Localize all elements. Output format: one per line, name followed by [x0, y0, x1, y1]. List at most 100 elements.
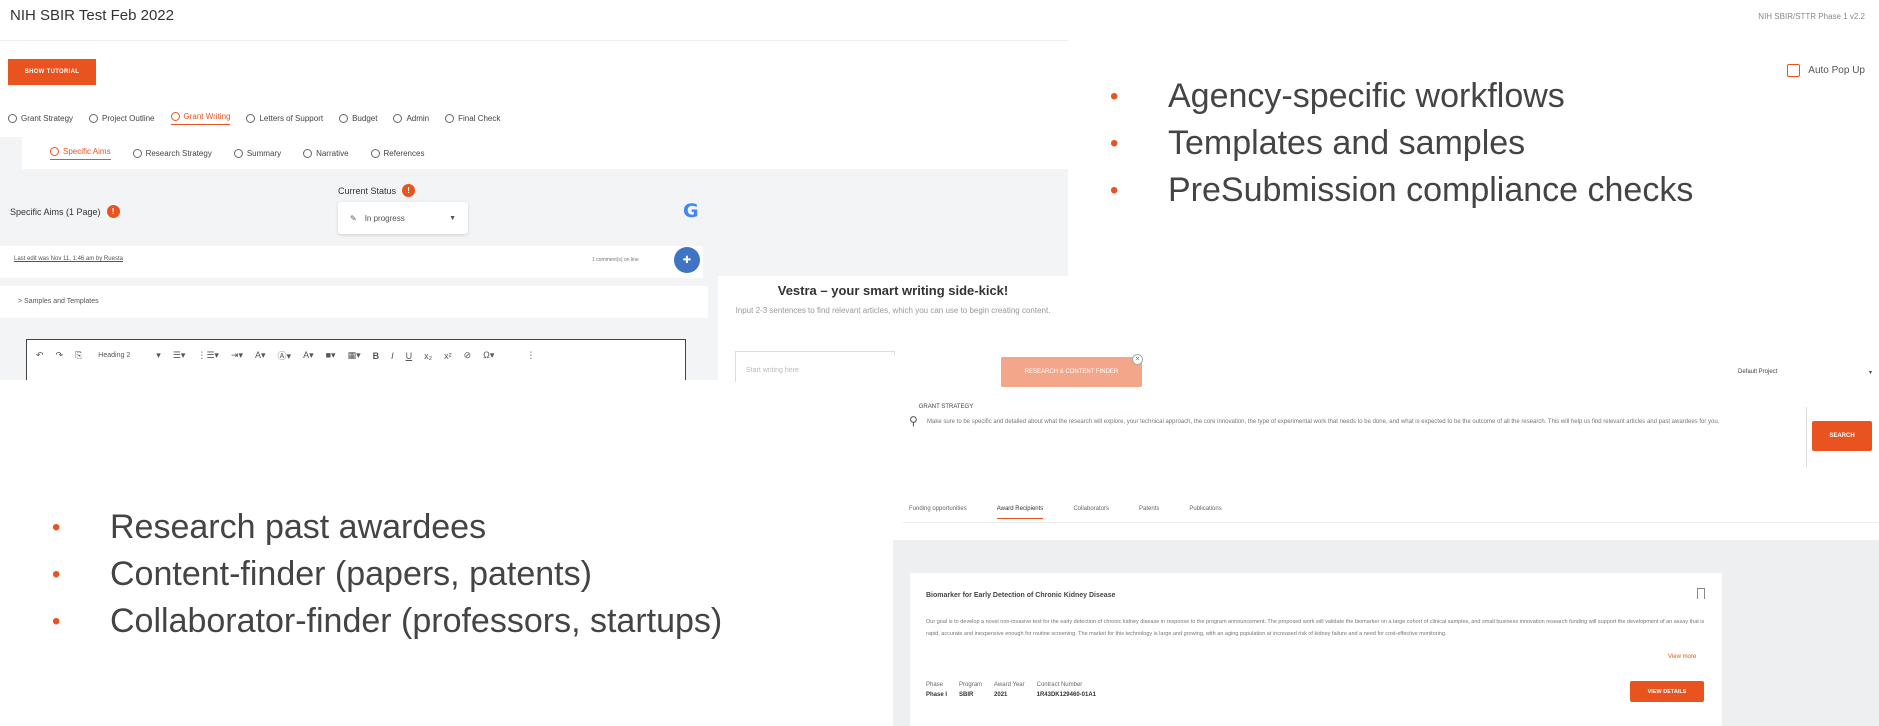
meta-value: SBIR	[959, 692, 974, 698]
heading-select[interactable]: Heading 2	[94, 352, 144, 359]
main-tabs: Grant Strategy Project Outline Grant Wri…	[8, 112, 500, 125]
chevron-down-icon[interactable]: ▾	[156, 350, 161, 361]
result-tabs: Funding opportunities Award Recipients C…	[909, 506, 1222, 519]
search-icon: ⚲	[909, 414, 918, 428]
tab-final-check[interactable]: Final Check	[445, 112, 500, 125]
circle-icon	[132, 149, 142, 158]
view-more-link[interactable]: View more	[1668, 654, 1696, 660]
tab-publications[interactable]: Publications	[1189, 506, 1221, 519]
meta-header: Program	[959, 682, 983, 688]
subtab-narrative[interactable]: Narrative	[303, 147, 349, 160]
comments-count: 1 comment(s) on line	[592, 257, 639, 263]
undo-icon[interactable]: ↶	[36, 350, 44, 361]
circle-icon	[370, 149, 380, 158]
research-search-input[interactable]: Make sure to be specific and detailed ab…	[927, 416, 1797, 428]
pencil-icon: ✎	[350, 213, 357, 223]
start-writing-input[interactable]: Start writing here	[735, 351, 895, 382]
samples-accordion[interactable]	[0, 286, 708, 318]
circle-icon	[233, 149, 243, 158]
phase-label: NIH SBIR/STTR Phase 1 v2.2	[1758, 12, 1865, 21]
status-select[interactable]: ✎ In progress ▼	[338, 202, 468, 234]
subscript-icon[interactable]: x₂	[424, 351, 432, 361]
list-icon[interactable]: ⋮☰▾	[197, 350, 219, 361]
circle-icon	[339, 114, 349, 123]
award-abstract: Our goal is to develop a novel non-invas…	[926, 619, 1705, 637]
redo-icon[interactable]: ↷	[56, 350, 64, 361]
list-item: • PreSubmission compliance checks	[1110, 167, 1693, 214]
comment-button[interactable]: ✚	[674, 247, 700, 273]
tab-collaborators[interactable]: Collaborators	[1073, 506, 1109, 519]
feature-list-top: • Agency-specific workflows • Templates an…	[1110, 73, 1693, 214]
list-item: • Research past awardees	[52, 504, 732, 551]
project-select[interactable]: Default Project ▾	[1738, 363, 1872, 381]
tab-funding-opportunities[interactable]: Funding opportunities	[909, 506, 967, 519]
meta-header: Award Year	[994, 682, 1025, 688]
tab-research-content-finder[interactable]: RESEARCH & CONTENT FINDER	[1001, 357, 1142, 387]
app-title: NIH SBIR Test Feb 2022	[10, 7, 174, 24]
list-item: • Content-finder (papers, patents)	[52, 551, 732, 598]
font-color-icon[interactable]: A▾	[303, 350, 314, 361]
subtab-references[interactable]: References	[370, 147, 424, 160]
more-icon[interactable]: ⋮	[526, 350, 535, 361]
align-icon[interactable]: ☰▾	[173, 350, 186, 361]
samples-label: > Samples and Templates	[18, 298, 99, 305]
info-icon[interactable]: !	[402, 184, 416, 197]
google-icon[interactable]: G	[683, 200, 699, 222]
comment-icon: ✚	[682, 254, 692, 266]
font-size-icon[interactable]: A▾	[255, 350, 266, 361]
circle-icon	[8, 114, 17, 123]
vestra-title: Vestra – your smart writing side-kick!	[777, 283, 1009, 298]
bullet-icon: •	[52, 561, 61, 588]
list-item: • Agency-specific workflows	[1110, 73, 1693, 120]
view-details-button[interactable]: VIEW DETAILS	[1630, 681, 1704, 702]
tab-budget[interactable]: Budget	[339, 112, 377, 125]
table-icon[interactable]: ▦▾	[348, 350, 361, 361]
meta-header: Phase	[926, 682, 944, 688]
superscript-icon[interactable]: x²	[444, 351, 452, 361]
bullet-icon: •	[1110, 130, 1119, 157]
feature-list-bottom: • Research past awardees • Content-finder …	[52, 504, 732, 645]
bookmark-icon[interactable]	[1697, 588, 1705, 599]
subtab-summary[interactable]: Summary	[233, 147, 281, 160]
indent-icon[interactable]: ⇥▾	[231, 350, 243, 361]
tab-grant-writing[interactable]: Grant Writing	[170, 112, 231, 125]
link-icon[interactable]: ⊘	[464, 350, 472, 361]
circle-icon	[393, 114, 403, 123]
circle-icon	[246, 114, 256, 123]
tab-admin[interactable]: Admin	[393, 112, 429, 125]
bold-icon[interactable]: B	[373, 351, 380, 361]
tab-award-recipients[interactable]: Award Recipients	[996, 506, 1044, 519]
show-tutorial-button[interactable]: SHOW TUTORIAL	[8, 59, 96, 85]
copy-icon[interactable]: ⎘	[75, 350, 82, 361]
special-char-icon[interactable]: Ω▾	[483, 350, 494, 361]
circle-icon	[170, 112, 180, 121]
chevron-down-icon: ▼	[449, 214, 456, 222]
last-edit-link[interactable]: Last edit was Nov 11, 1:46 am by Ruesta	[14, 256, 123, 262]
meta-value: Phase I	[926, 692, 948, 698]
checkbox-icon[interactable]	[1787, 64, 1801, 77]
highlight-icon[interactable]: ■▾	[326, 350, 336, 361]
subtab-research-strategy[interactable]: Research Strategy	[132, 147, 212, 160]
auto-popup-toggle[interactable]: Auto Pop Up	[1787, 64, 1865, 77]
editor-toolbar: ↶ ↷ ⎘ Heading 2 ▾ ☰▾ ⋮☰▾ ⇥▾ A▾ Ⓐ▾ A▾ ■▾ …	[36, 349, 535, 362]
font-style-icon[interactable]: Ⓐ▾	[278, 349, 292, 362]
divider	[0, 40, 1068, 41]
circle-icon	[303, 149, 313, 158]
tab-project-outline[interactable]: Project Outline	[89, 112, 155, 125]
tab-letters-of-support[interactable]: Letters of Support	[246, 112, 323, 125]
tab-grant-strategy[interactable]: Grant Strategy	[8, 112, 73, 125]
auto-popup-label: Auto Pop Up	[1808, 65, 1865, 76]
circle-icon	[50, 147, 59, 156]
bullet-icon: •	[1110, 177, 1119, 204]
current-status-label: Current Status !	[338, 184, 416, 197]
underline-icon[interactable]: U	[406, 351, 413, 361]
search-button[interactable]: SEARCH	[1812, 421, 1872, 451]
close-icon[interactable]: ×	[1132, 354, 1143, 365]
info-icon[interactable]: !	[106, 205, 120, 218]
section-title: Specific Aims (1 Page) !	[10, 205, 120, 218]
tab-patents[interactable]: Patents	[1139, 506, 1159, 519]
italic-icon[interactable]: I	[391, 351, 394, 361]
award-meta: Phase Program Award Year Contract Number…	[926, 682, 1108, 702]
subtab-specific-aims[interactable]: Specific Aims	[50, 147, 111, 160]
bullet-icon: •	[52, 514, 61, 541]
